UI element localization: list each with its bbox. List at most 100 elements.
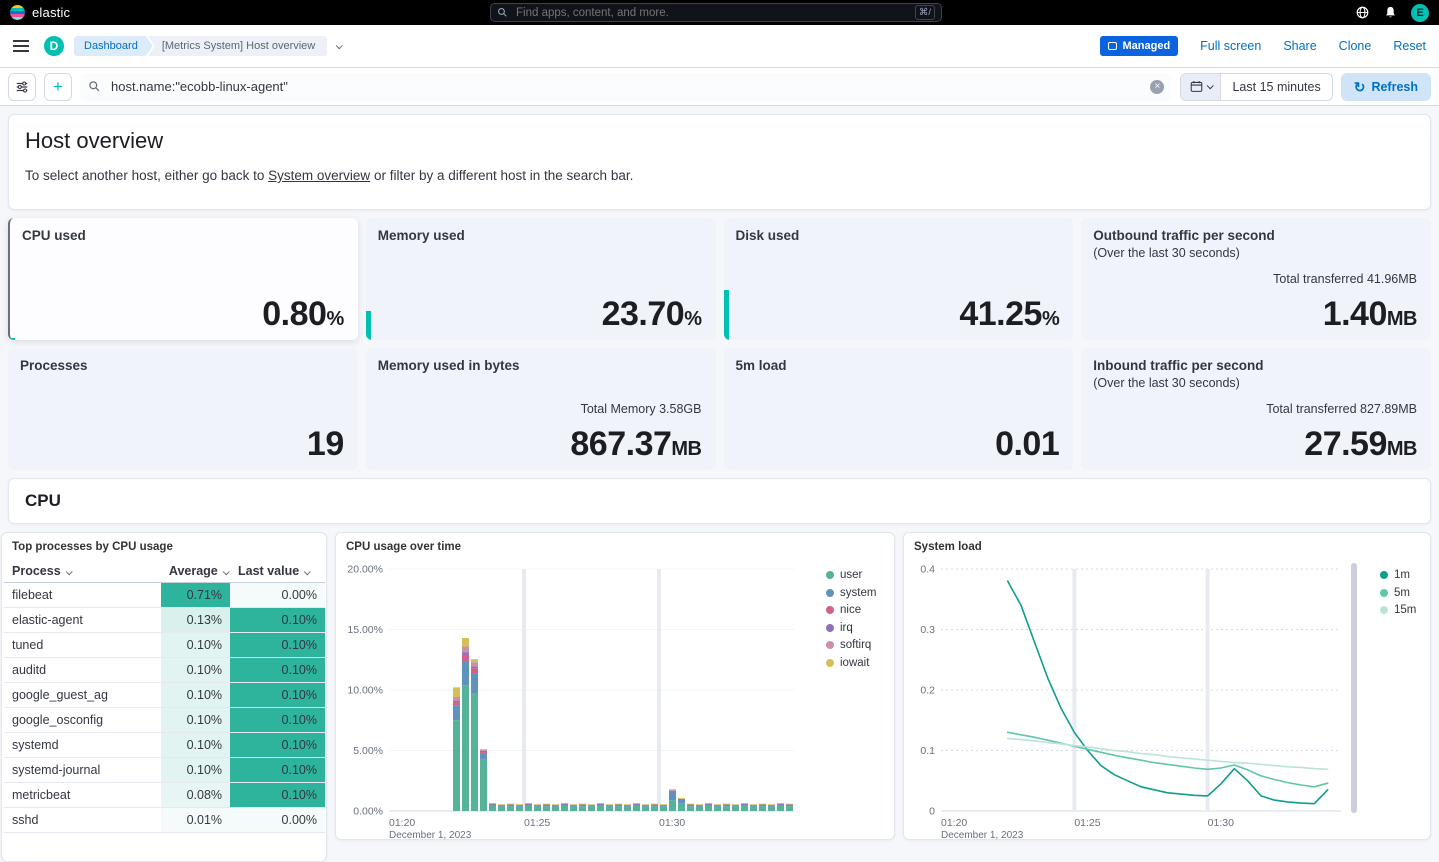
chevron-down-icon bbox=[1207, 82, 1214, 89]
table-row[interactable]: elastic-agent0.13%0.10% bbox=[4, 608, 325, 633]
clone-button[interactable]: Clone bbox=[1339, 39, 1372, 53]
globe-icon[interactable] bbox=[1355, 5, 1370, 20]
metric-title: Memory used bbox=[378, 228, 465, 243]
legend-item-iowait[interactable]: iowait bbox=[826, 657, 876, 669]
managed-badge[interactable]: Managed bbox=[1100, 36, 1178, 56]
process-name: auditd bbox=[4, 658, 161, 683]
system-overview-link[interactable]: System overview bbox=[268, 168, 370, 183]
metric-value: 23.70% bbox=[602, 295, 702, 334]
svg-text:December 1, 2023: December 1, 2023 bbox=[389, 830, 472, 841]
column-header-last-value[interactable]: Last value bbox=[230, 560, 325, 583]
svg-text:5.00%: 5.00% bbox=[353, 745, 383, 757]
legend-item-1m[interactable]: 1m bbox=[1380, 569, 1416, 581]
panel-scrollbar[interactable] bbox=[1351, 563, 1357, 813]
time-range-button[interactable]: Last 15 minutes bbox=[1221, 80, 1331, 94]
global-search[interactable]: ⌘/ bbox=[490, 3, 942, 22]
metric-value: 41.25% bbox=[959, 295, 1059, 334]
metric-value: 19 bbox=[307, 425, 344, 464]
filter-sliders-icon bbox=[15, 80, 29, 94]
elastic-logo-icon[interactable] bbox=[10, 5, 25, 20]
table-row[interactable]: filebeat0.71%0.00% bbox=[4, 583, 325, 608]
sort-chevron-icon bbox=[222, 568, 229, 575]
last-value-cell: 0.10% bbox=[230, 758, 325, 783]
column-header-average[interactable]: Average bbox=[161, 560, 230, 583]
table-row[interactable]: systemd-journal0.10%0.10% bbox=[4, 758, 325, 783]
share-button[interactable]: Share bbox=[1283, 39, 1316, 53]
legend-label: iowait bbox=[840, 657, 869, 669]
legend-label: irq bbox=[840, 622, 853, 634]
metric-title: Memory used in bytes bbox=[378, 358, 520, 373]
reset-button[interactable]: Reset bbox=[1393, 39, 1426, 53]
chart-title: CPU usage over time bbox=[346, 541, 461, 553]
legend-item-nice[interactable]: nice bbox=[826, 604, 876, 616]
svg-text:15.00%: 15.00% bbox=[347, 624, 383, 636]
average-cell: 0.13% bbox=[161, 608, 230, 633]
search-icon bbox=[88, 80, 101, 93]
chevron-down-icon[interactable] bbox=[336, 42, 343, 49]
global-search-input[interactable] bbox=[514, 6, 909, 20]
legend-item-system[interactable]: system bbox=[826, 587, 876, 599]
process-name: elastic-agent bbox=[4, 608, 161, 633]
top-processes-table: Process Average Last value filebeat0.71%… bbox=[4, 560, 325, 833]
legend-label: 1m bbox=[1394, 569, 1410, 581]
metric-tile-inbound-traffic: Inbound traffic per second (Over the las… bbox=[1081, 348, 1431, 470]
svg-text:01:25: 01:25 bbox=[524, 817, 550, 829]
legend-dot-icon bbox=[826, 571, 834, 579]
metric-title: Processes bbox=[20, 358, 88, 373]
average-cell: 0.10% bbox=[161, 733, 230, 758]
sort-chevron-icon bbox=[65, 568, 72, 575]
clear-query-icon[interactable]: × bbox=[1150, 80, 1164, 94]
chart-legend: 1m 5m 15m bbox=[1380, 569, 1416, 616]
legend-item-5m[interactable]: 5m bbox=[1380, 587, 1416, 599]
menu-icon[interactable] bbox=[13, 40, 29, 52]
filter-menu-button[interactable] bbox=[8, 73, 36, 101]
full-screen-button[interactable]: Full screen bbox=[1200, 39, 1261, 53]
average-cell: 0.08% bbox=[161, 783, 230, 808]
search-shortcut-badge: ⌘/ bbox=[915, 5, 935, 20]
add-filter-button[interactable]: + bbox=[44, 73, 72, 101]
query-input-box[interactable]: × bbox=[80, 73, 1172, 101]
table-row[interactable]: systemd0.10%0.10% bbox=[4, 733, 325, 758]
average-cell: 0.71% bbox=[161, 583, 230, 608]
usage-progress-bar bbox=[366, 311, 371, 340]
metric-tiles-grid: CPU used 0.80% Memory used 23.70% Disk u… bbox=[8, 218, 1431, 470]
table-row[interactable]: metricbeat0.08%0.10% bbox=[4, 783, 325, 808]
legend-label: softirq bbox=[840, 639, 871, 651]
dashboard-app-icon[interactable]: D bbox=[44, 36, 64, 56]
brand-name[interactable]: elastic bbox=[32, 5, 70, 20]
column-header-process[interactable]: Process bbox=[4, 560, 161, 583]
calendar-button[interactable] bbox=[1181, 74, 1221, 100]
legend-item-softirq[interactable]: softirq bbox=[826, 639, 876, 651]
description-prefix: To select another host, either go back t… bbox=[25, 168, 268, 183]
legend-item-irq[interactable]: irq bbox=[826, 622, 876, 634]
refresh-button[interactable]: ↻ Refresh bbox=[1341, 73, 1431, 101]
breadcrumb: Dashboard [Metrics System] Host overview bbox=[74, 36, 327, 56]
user-avatar[interactable]: E bbox=[1411, 4, 1429, 22]
breadcrumb-dashboard[interactable]: Dashboard bbox=[74, 36, 153, 56]
query-input[interactable] bbox=[109, 78, 1142, 95]
panel-title: Top processes by CPU usage bbox=[2, 541, 326, 553]
legend-dot-icon bbox=[826, 606, 834, 614]
page-title: Host overview bbox=[25, 128, 1414, 154]
table-row[interactable]: google_guest_ag0.10%0.10% bbox=[4, 683, 325, 708]
legend-item-15m[interactable]: 15m bbox=[1380, 604, 1416, 616]
table-row[interactable]: tuned0.10%0.10% bbox=[4, 633, 325, 658]
average-cell: 0.10% bbox=[161, 708, 230, 733]
legend-label: 5m bbox=[1394, 587, 1410, 599]
table-row[interactable]: google_osconfig0.10%0.10% bbox=[4, 708, 325, 733]
breadcrumb-current[interactable]: [Metrics System] Host overview bbox=[148, 36, 327, 56]
notifications-icon[interactable] bbox=[1383, 5, 1398, 20]
plus-icon: + bbox=[53, 78, 63, 95]
legend-item-user[interactable]: user bbox=[826, 569, 876, 581]
metric-subtitle: (Over the last 30 seconds) bbox=[1093, 376, 1240, 390]
metric-value: 0.01 bbox=[995, 425, 1059, 464]
metric-value: 0.80% bbox=[262, 295, 343, 334]
svg-text:December 1, 2023: December 1, 2023 bbox=[941, 830, 1024, 841]
last-value-cell: 0.10% bbox=[230, 633, 325, 658]
svg-text:0: 0 bbox=[929, 806, 935, 818]
table-row[interactable]: sshd0.01%0.00% bbox=[4, 808, 325, 833]
svg-text:10.00%: 10.00% bbox=[347, 685, 383, 697]
top-processes-panel: Top processes by CPU usage Process Avera… bbox=[1, 532, 327, 862]
table-row[interactable]: auditd0.10%0.10% bbox=[4, 658, 325, 683]
legend-dot-icon bbox=[1380, 606, 1388, 614]
